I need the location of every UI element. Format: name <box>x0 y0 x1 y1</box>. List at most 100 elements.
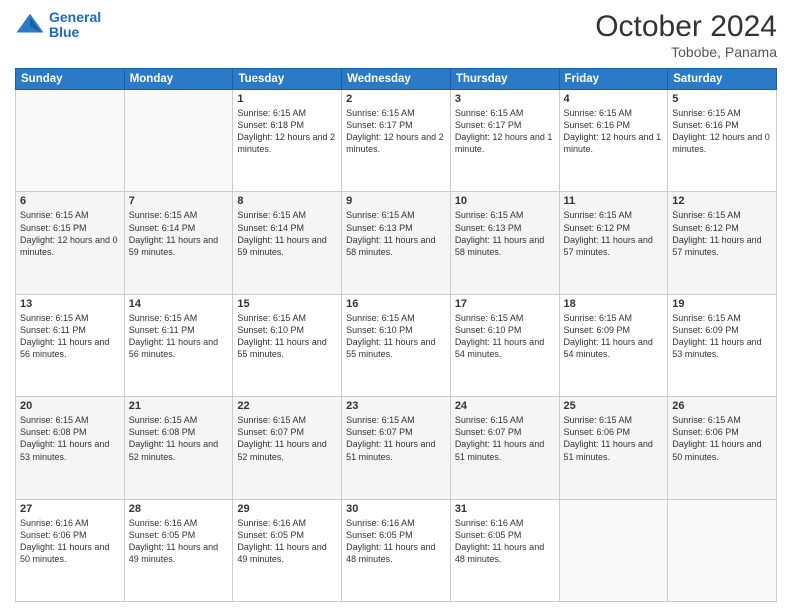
page: General Blue October 2024 Tobobe, Panama… <box>0 0 792 612</box>
logo-line1: General <box>49 9 101 25</box>
calendar-cell: 21 Sunrise: 6:15 AMSunset: 6:08 PMDayligh… <box>124 397 233 499</box>
cell-info: Sunrise: 6:15 AMSunset: 6:10 PMDaylight:… <box>237 312 337 361</box>
calendar-cell: 20 Sunrise: 6:15 AMSunset: 6:08 PMDayligh… <box>16 397 125 499</box>
cell-info: Sunrise: 6:15 AMSunset: 6:07 PMDaylight:… <box>346 414 446 463</box>
calendar-cell: 30Sunrise: 6:16 AMSunset: 6:05 PMDayligh… <box>342 499 451 601</box>
cell-info: Sunrise: 6:16 AMSunset: 6:05 PMDaylight:… <box>129 517 229 566</box>
calendar-cell: 4 Sunrise: 6:15 AMSunset: 6:16 PMDaylight… <box>559 90 668 192</box>
day-number: 19 <box>672 298 772 310</box>
day-number: 26 <box>672 400 772 412</box>
cell-info: Sunrise: 6:16 AMSunset: 6:05 PMDaylight:… <box>237 517 337 566</box>
day-header-monday: Monday <box>124 69 233 90</box>
day-number: 28 <box>129 503 229 515</box>
title-block: October 2024 Tobobe, Panama <box>595 10 777 60</box>
day-number: 17 <box>455 298 555 310</box>
calendar-cell <box>668 499 777 601</box>
calendar-cell: 15Sunrise: 6:15 AMSunset: 6:10 PMDayligh… <box>233 294 342 396</box>
header: General Blue October 2024 Tobobe, Panama <box>15 10 777 60</box>
calendar-cell <box>559 499 668 601</box>
day-number: 20 <box>20 400 120 412</box>
calendar-cell: 14 Sunrise: 6:15 AMSunset: 6:11 PMDayligh… <box>124 294 233 396</box>
calendar-cell: 3 Sunrise: 6:15 AMSunset: 6:17 PMDaylight… <box>450 90 559 192</box>
calendar-cell: 9 Sunrise: 6:15 AMSunset: 6:13 PMDaylight… <box>342 192 451 294</box>
cell-info: Sunrise: 6:15 AMSunset: 6:08 PMDaylight:… <box>129 414 229 463</box>
day-header-wednesday: Wednesday <box>342 69 451 90</box>
calendar-week-row: 6 Sunrise: 6:15 AMSunset: 6:15 PMDaylight… <box>16 192 777 294</box>
day-number: 25 <box>564 400 664 412</box>
calendar-cell: 26 Sunrise: 6:15 AMSunset: 6:06 PMDayligh… <box>668 397 777 499</box>
cell-info: Sunrise: 6:15 AMSunset: 6:06 PMDaylight:… <box>672 414 772 463</box>
day-number: 10 <box>455 195 555 207</box>
cell-info: Sunrise: 6:15 AMSunset: 6:15 PMDaylight:… <box>20 209 120 258</box>
calendar-cell: 28 Sunrise: 6:16 AMSunset: 6:05 PMDayligh… <box>124 499 233 601</box>
day-number: 2 <box>346 93 446 105</box>
day-number: 13 <box>20 298 120 310</box>
calendar-cell <box>124 90 233 192</box>
calendar-cell: 19Sunrise: 6:15 AMSunset: 6:09 PMDayligh… <box>668 294 777 396</box>
logo-icon <box>15 10 45 40</box>
cell-info: Sunrise: 6:15 AMSunset: 6:12 PMDaylight:… <box>564 209 664 258</box>
calendar-week-row: 27 Sunrise: 6:16 AMSunset: 6:06 PMDayligh… <box>16 499 777 601</box>
location-subtitle: Tobobe, Panama <box>595 44 777 60</box>
calendar-cell: 16Sunrise: 6:15 AMSunset: 6:10 PMDayligh… <box>342 294 451 396</box>
cell-info: Sunrise: 6:15 AMSunset: 6:07 PMDaylight:… <box>237 414 337 463</box>
calendar-week-row: 13 Sunrise: 6:15 AMSunset: 6:11 PMDayligh… <box>16 294 777 396</box>
day-number: 7 <box>129 195 229 207</box>
month-title: October 2024 <box>595 10 777 44</box>
day-number: 9 <box>346 195 446 207</box>
day-number: 29 <box>237 503 337 515</box>
day-number: 18 <box>564 298 664 310</box>
cell-info: Sunrise: 6:15 AMSunset: 6:17 PMDaylight:… <box>346 107 446 156</box>
day-number: 11 <box>564 195 664 207</box>
cell-info: Sunrise: 6:15 AMSunset: 6:16 PMDaylight:… <box>672 107 772 156</box>
day-number: 16 <box>346 298 446 310</box>
day-number: 5 <box>672 93 772 105</box>
calendar-cell: 1Sunrise: 6:15 AMSunset: 6:18 PMDaylight… <box>233 90 342 192</box>
cell-info: Sunrise: 6:15 AMSunset: 6:08 PMDaylight:… <box>20 414 120 463</box>
cell-info: Sunrise: 6:15 AMSunset: 6:13 PMDaylight:… <box>346 209 446 258</box>
day-number: 27 <box>20 503 120 515</box>
calendar-cell: 25Sunrise: 6:15 AMSunset: 6:06 PMDayligh… <box>559 397 668 499</box>
day-number: 21 <box>129 400 229 412</box>
calendar-cell: 24Sunrise: 6:15 AMSunset: 6:07 PMDayligh… <box>450 397 559 499</box>
day-header-thursday: Thursday <box>450 69 559 90</box>
calendar-cell: 22Sunrise: 6:15 AMSunset: 6:07 PMDayligh… <box>233 397 342 499</box>
logo: General Blue <box>15 10 101 41</box>
cell-info: Sunrise: 6:15 AMSunset: 6:13 PMDaylight:… <box>455 209 555 258</box>
calendar-header-row: SundayMondayTuesdayWednesdayThursdayFrid… <box>16 69 777 90</box>
cell-info: Sunrise: 6:15 AMSunset: 6:16 PMDaylight:… <box>564 107 664 156</box>
calendar-cell: 27 Sunrise: 6:16 AMSunset: 6:06 PMDayligh… <box>16 499 125 601</box>
cell-info: Sunrise: 6:15 AMSunset: 6:11 PMDaylight:… <box>20 312 120 361</box>
logo-text: General Blue <box>49 10 101 41</box>
cell-info: Sunrise: 6:15 AMSunset: 6:12 PMDaylight:… <box>672 209 772 258</box>
calendar-cell: 18Sunrise: 6:15 AMSunset: 6:09 PMDayligh… <box>559 294 668 396</box>
day-number: 3 <box>455 93 555 105</box>
day-number: 31 <box>455 503 555 515</box>
day-number: 4 <box>564 93 664 105</box>
calendar-cell: 8Sunrise: 6:15 AMSunset: 6:14 PMDaylight… <box>233 192 342 294</box>
calendar-cell: 29 Sunrise: 6:16 AMSunset: 6:05 PMDayligh… <box>233 499 342 601</box>
cell-info: Sunrise: 6:15 AMSunset: 6:14 PMDaylight:… <box>129 209 229 258</box>
day-number: 23 <box>346 400 446 412</box>
calendar-cell: 11 Sunrise: 6:15 AMSunset: 6:12 PMDayligh… <box>559 192 668 294</box>
day-number: 6 <box>20 195 120 207</box>
calendar-cell: 10 Sunrise: 6:15 AMSunset: 6:13 PMDayligh… <box>450 192 559 294</box>
cell-info: Sunrise: 6:15 AMSunset: 6:18 PMDaylight:… <box>237 107 337 156</box>
cell-info: Sunrise: 6:15 AMSunset: 6:11 PMDaylight:… <box>129 312 229 361</box>
calendar-cell: 7 Sunrise: 6:15 AMSunset: 6:14 PMDaylight… <box>124 192 233 294</box>
calendar-cell <box>16 90 125 192</box>
day-number: 30 <box>346 503 446 515</box>
day-number: 24 <box>455 400 555 412</box>
cell-info: Sunrise: 6:15 AMSunset: 6:14 PMDaylight:… <box>237 209 337 258</box>
day-number: 14 <box>129 298 229 310</box>
day-header-saturday: Saturday <box>668 69 777 90</box>
calendar-cell: 17 Sunrise: 6:15 AMSunset: 6:10 PMDayligh… <box>450 294 559 396</box>
logo-line2: Blue <box>49 24 79 40</box>
calendar-cell: 5 Sunrise: 6:15 AMSunset: 6:16 PMDaylight… <box>668 90 777 192</box>
cell-info: Sunrise: 6:16 AMSunset: 6:06 PMDaylight:… <box>20 517 120 566</box>
calendar-cell: 12Sunrise: 6:15 AMSunset: 6:12 PMDayligh… <box>668 192 777 294</box>
day-header-friday: Friday <box>559 69 668 90</box>
cell-info: Sunrise: 6:15 AMSunset: 6:17 PMDaylight:… <box>455 107 555 156</box>
calendar-week-row: 20 Sunrise: 6:15 AMSunset: 6:08 PMDayligh… <box>16 397 777 499</box>
cell-info: Sunrise: 6:15 AMSunset: 6:10 PMDaylight:… <box>455 312 555 361</box>
